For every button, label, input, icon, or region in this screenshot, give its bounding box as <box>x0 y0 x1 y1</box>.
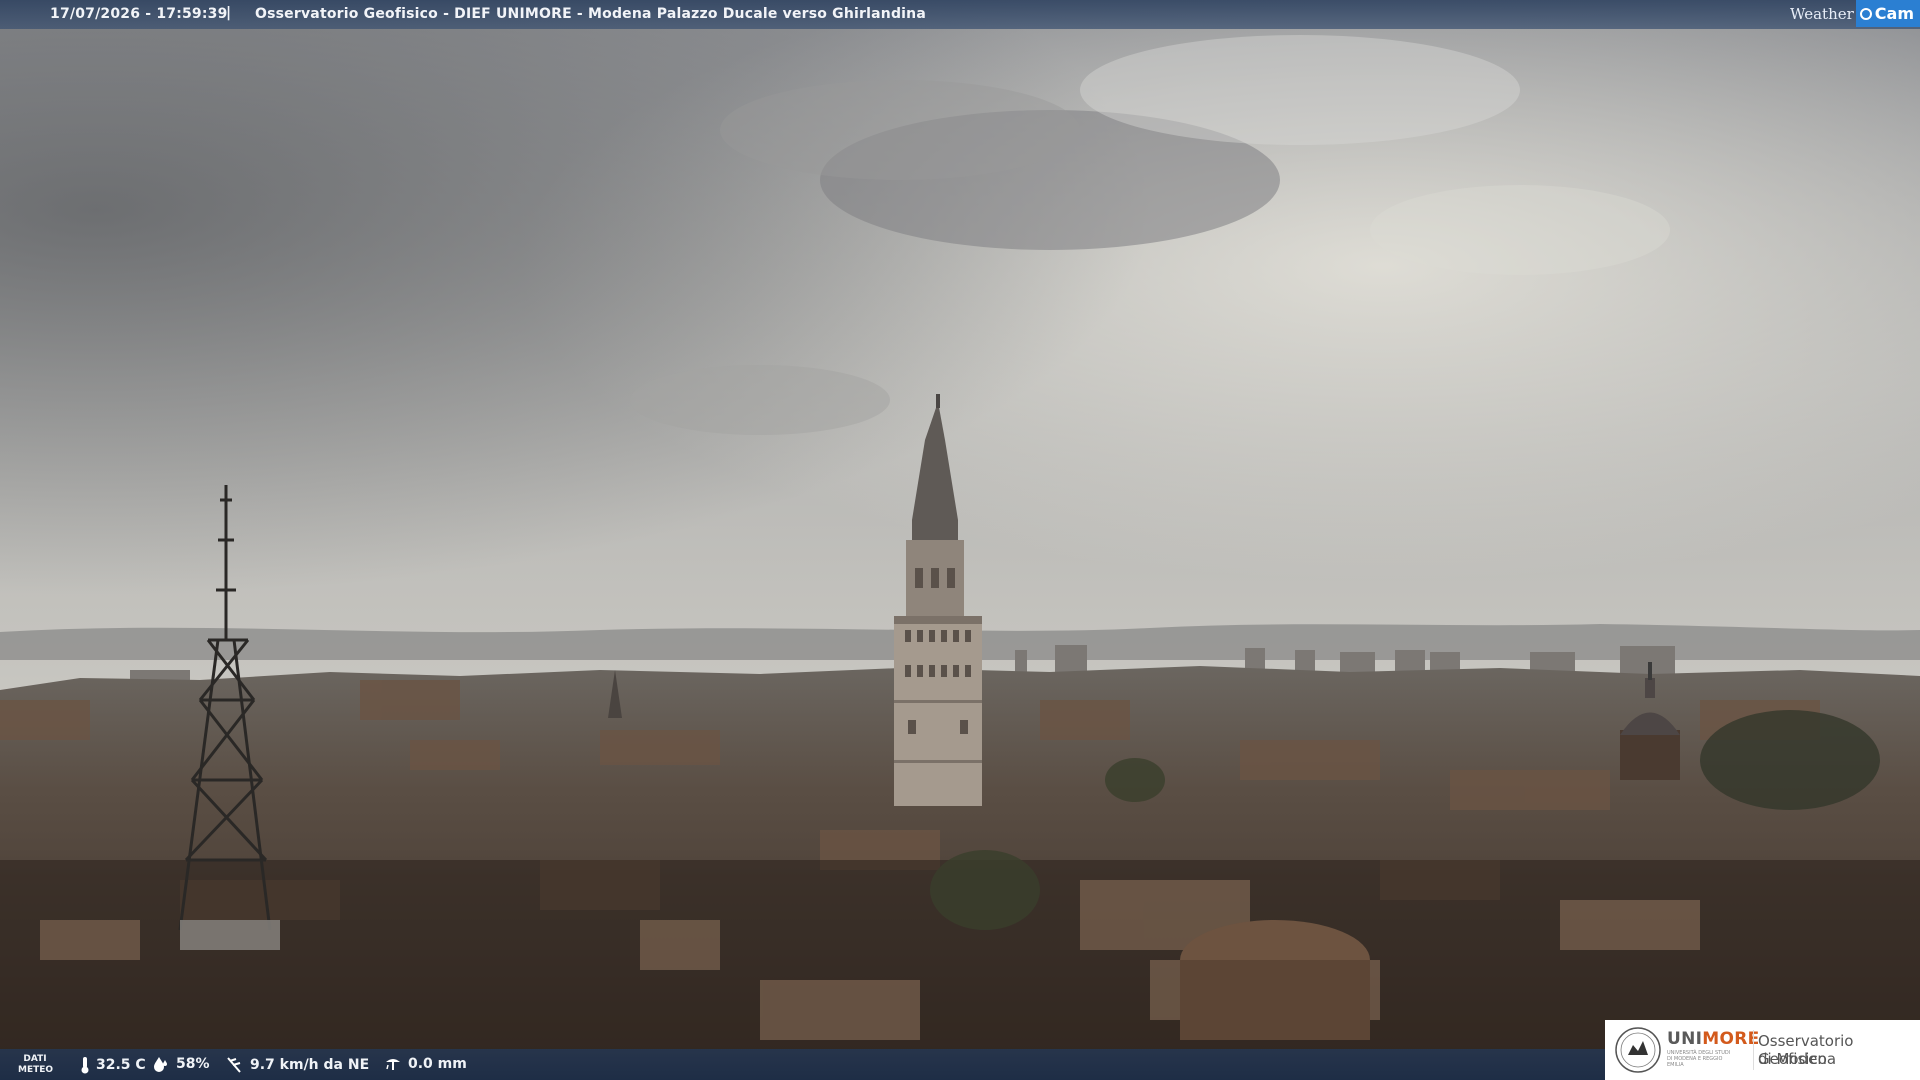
webcam-image <box>0 0 1920 1080</box>
humidity-value: 58% <box>176 1056 210 1072</box>
camera-lens-icon <box>1859 7 1872 20</box>
observatory-name-line2: di Modena <box>1758 1050 1837 1068</box>
rain-gauge-icon <box>386 1059 400 1070</box>
unimore-part1: UNI <box>1667 1029 1703 1049</box>
header-separator: | <box>226 5 232 21</box>
timestamp: 17/07/2026 - 17:59:39 <box>50 6 228 22</box>
logo-divider <box>1753 1030 1754 1070</box>
university-seal-icon <box>1615 1027 1661 1073</box>
weather-data-label: DATI METEO <box>18 1054 54 1076</box>
unimore-part2: MORE <box>1702 1029 1760 1049</box>
temperature-reading: 32.5 C <box>80 1056 146 1074</box>
unimore-logo: UNIMORE UNIVERSITÀ DEGLI STUDI DI MODENA… <box>1605 1020 1920 1080</box>
weathercam-brand: Weather Cam <box>1790 0 1920 27</box>
weather-data-bar: DATI METEO 32.5 C 58% 9.7 km/h da NE 0.0… <box>0 1049 1605 1080</box>
wind-value: 9.7 km/h da NE <box>250 1057 370 1073</box>
unimore-wordmark: UNIMORE <box>1667 1029 1760 1049</box>
brand-cam-badge: Cam <box>1855 0 1920 27</box>
rain-value: 0.0 mm <box>408 1056 467 1072</box>
humidity-drop-icon <box>154 1057 167 1072</box>
thermometer-icon <box>81 1057 89 1074</box>
rain-reading: 0.0 mm <box>384 1056 467 1072</box>
wind-reading: 9.7 km/h da NE <box>226 1056 369 1074</box>
brand-cam-text: Cam <box>1874 4 1914 23</box>
weather-label-line2: METEO <box>18 1065 54 1075</box>
weather-label-line1: DATI <box>23 1054 47 1064</box>
header-bar: 17/07/2026 - 17:59:39 | Osservatorio Geo… <box>0 0 1920 29</box>
university-subtitle: UNIVERSITÀ DEGLI STUDI DI MODENA E REGGI… <box>1667 1050 1731 1068</box>
wind-icon <box>227 1057 241 1073</box>
temperature-value: 32.5 C <box>96 1057 146 1073</box>
humidity-reading: 58% <box>152 1056 210 1072</box>
brand-weather-text: Weather <box>1790 4 1854 23</box>
camera-caption: Osservatorio Geofisico - DIEF UNIMORE - … <box>255 6 926 22</box>
